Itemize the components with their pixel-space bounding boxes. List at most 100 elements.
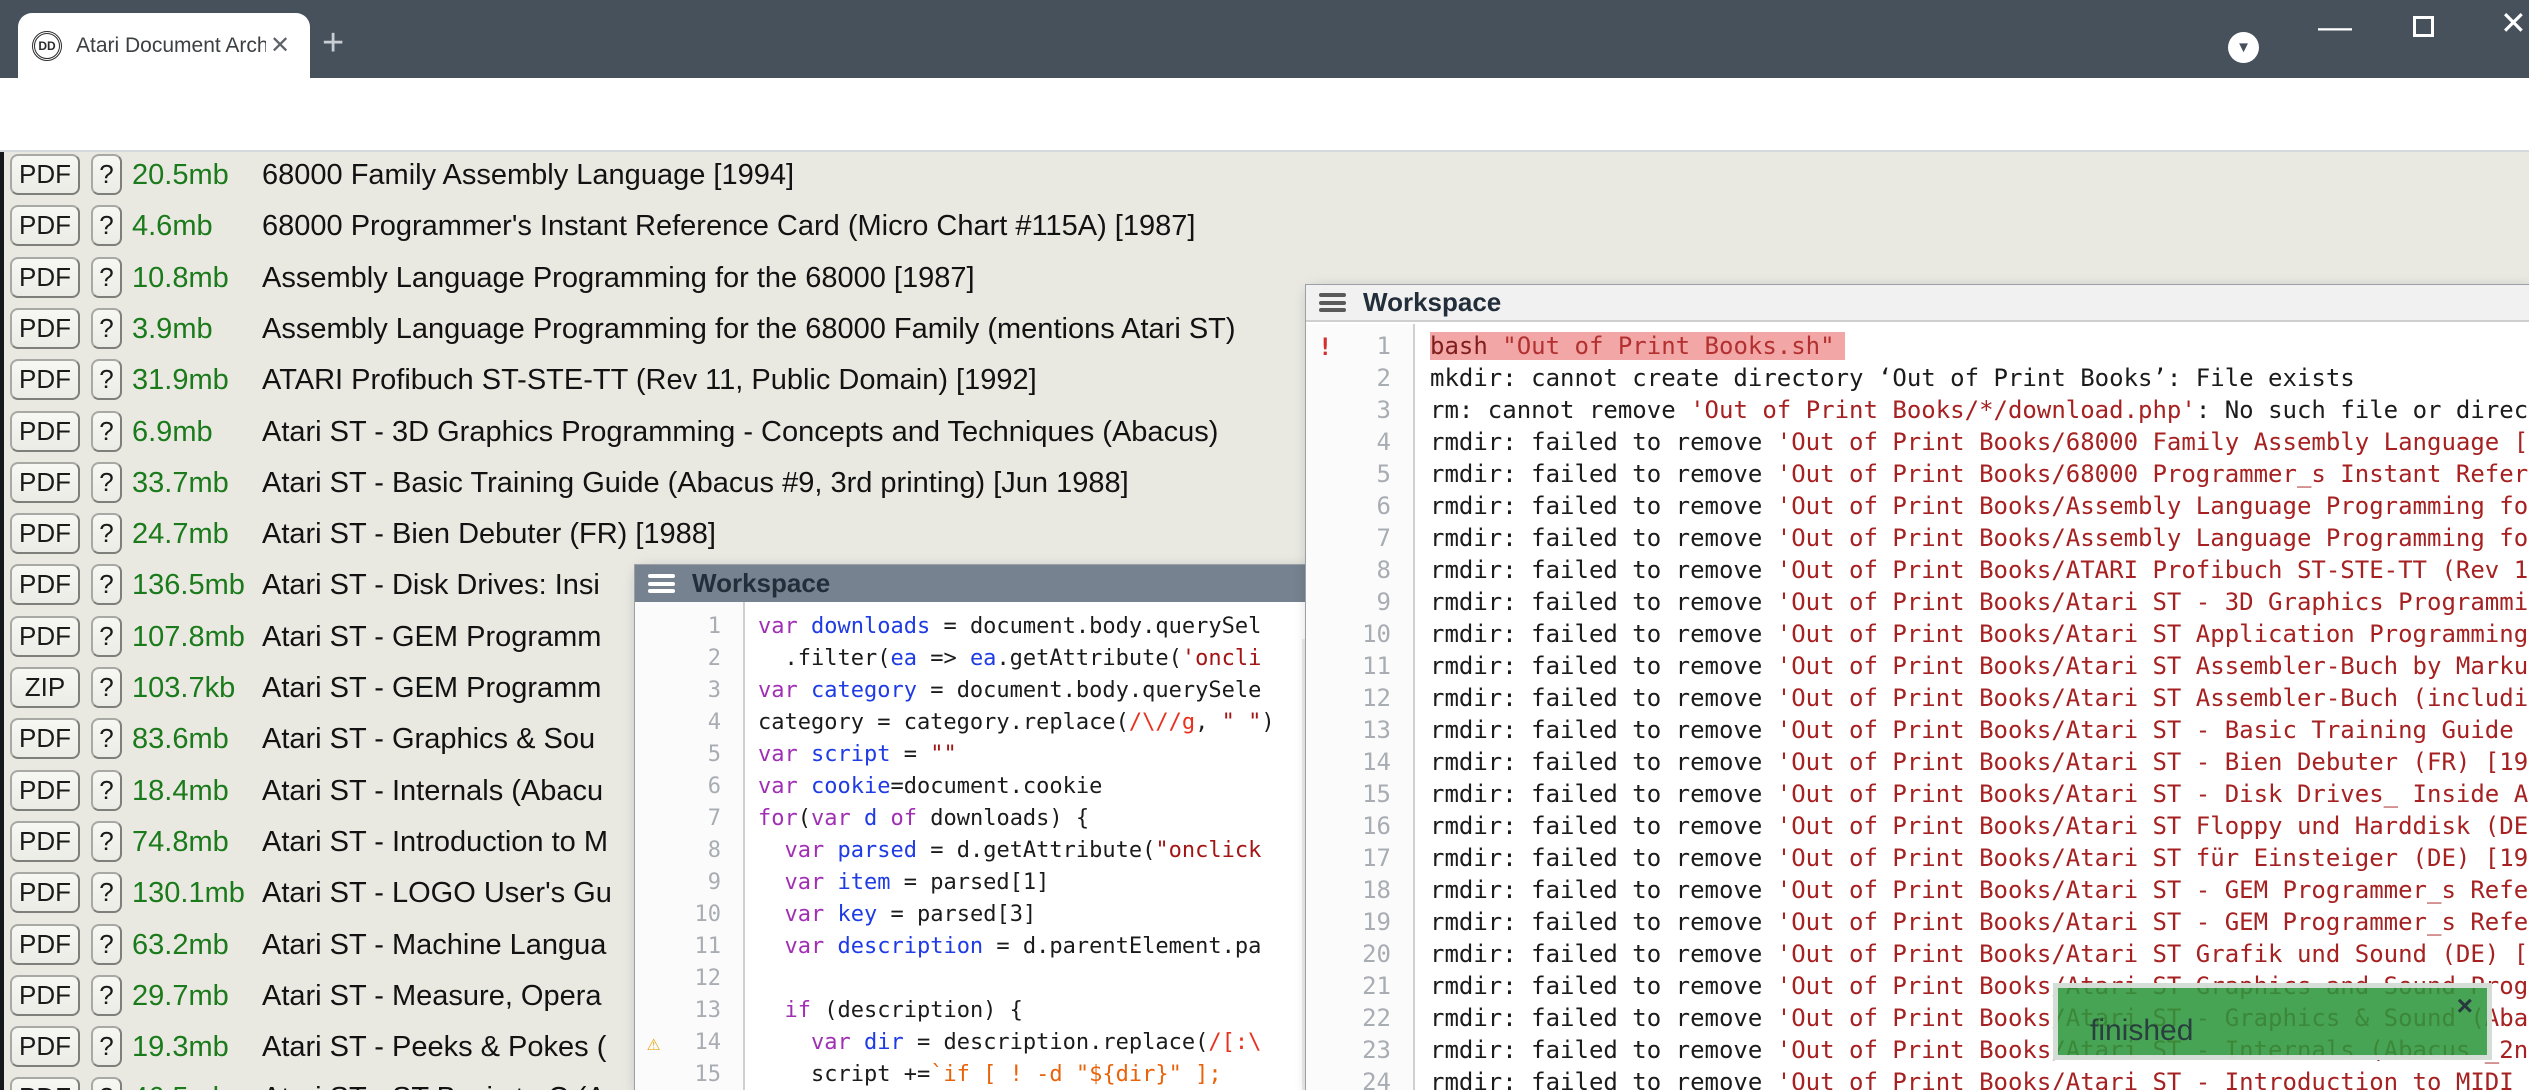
file-type-badge-button[interactable]: PDF [10,462,80,503]
menu-hamburger-icon[interactable] [1319,293,1346,312]
file-title-link[interactable]: Atari ST - Peeks & Pokes ( [262,1025,606,1069]
file-help-button[interactable]: ? [91,205,122,246]
file-type-badge-button[interactable]: PDF [10,1077,80,1090]
line-number: 2 [1306,363,1413,394]
file-title-link[interactable]: Atari ST - Internals (Abacu [262,769,603,813]
file-title-link[interactable]: Atari ST - Introduction to M [262,820,608,864]
file-help-button[interactable]: ? [91,924,122,965]
line-number: 3 [635,676,743,706]
file-help-button[interactable]: ? [91,1077,122,1090]
file-title-link[interactable]: Atari ST - Basic Training Guide (Abacus … [262,461,1129,505]
file-help-button[interactable]: ? [91,821,122,862]
window-maximize-button[interactable] [2413,16,2434,37]
code-line: .filter(ea => ea.getAttribute('oncli [758,644,1261,674]
line-number: 5 [635,740,743,770]
file-type-badge-button[interactable]: PDF [10,411,80,452]
file-help-button[interactable]: ? [91,667,122,708]
line-number: 1 [635,612,743,642]
file-type-badge-button[interactable]: PDF [10,308,80,349]
file-title-link[interactable]: Atari ST - Bien Debuter (FR) [1988] [262,512,716,556]
file-title-link[interactable]: Atari ST - GEM Programm [262,615,601,659]
file-size-label: 103.7kb [132,666,235,710]
file-size-label: 46.5mb [132,1076,229,1090]
file-type-badge-button[interactable]: PDF [10,821,80,862]
file-type-badge-button[interactable]: PDF [10,257,80,298]
workspace1-code[interactable]: var downloads = document.body.querySel .… [747,602,1302,1090]
code-line: rmdir: failed to remove 'Out of Print Bo… [1430,587,2528,618]
code-line: var category = document.body.querySele [758,676,1261,706]
line-number: 7 [635,804,743,834]
file-title-link[interactable]: 68000 Family Assembly Language [1994] [262,153,794,197]
line-number: 6 [1306,491,1413,522]
file-help-button[interactable]: ? [91,462,122,503]
code-line: var key = parsed[3] [758,900,1036,930]
file-title-link[interactable]: ATARI Profibuch ST-STE-TT (Rev 11, Publi… [262,358,1037,402]
download-status-icon[interactable]: ▼ [2228,32,2259,63]
file-help-button[interactable]: ? [91,359,122,400]
line-number: 9 [635,868,743,898]
file-type-badge-button[interactable]: PDF [10,975,80,1016]
line-number: 13 [1306,715,1413,746]
file-type-badge-button[interactable]: PDF [10,872,80,913]
line-number: 20 [1306,939,1413,970]
file-size-label: 10.8mb [132,256,229,300]
window-close-button[interactable]: ✕ [2500,4,2527,42]
file-type-badge-button[interactable]: PDF [10,205,80,246]
file-type-badge-button[interactable]: ZIP [10,667,80,708]
browser-tab[interactable]: DD Atari Document Archive (Search F ✕ [18,13,310,78]
file-type-badge-button[interactable]: PDF [10,154,80,195]
file-title-link[interactable]: Atari ST - 3D Graphics Programming - Con… [262,410,1218,454]
file-size-label: 130.1mb [132,871,245,915]
file-title-link[interactable]: Atari ST - Disk Drives: Insi [262,563,600,607]
code-line: rmdir: failed to remove 'Out of Print Bo… [1430,907,2528,938]
file-help-button[interactable]: ? [91,1026,122,1067]
file-help-button[interactable]: ? [91,411,122,452]
tab-close-icon[interactable]: ✕ [270,31,290,60]
file-title-link[interactable]: Atari ST - GEM Programm [262,666,601,710]
line-number: 4 [635,708,743,738]
toast-close-icon[interactable]: × [2457,990,2473,1022]
file-help-button[interactable]: ? [91,975,122,1016]
menu-hamburger-icon[interactable] [648,574,675,593]
file-type-badge-button[interactable]: PDF [10,513,80,554]
file-title-link[interactable]: Atari ST - Measure, Opera [262,974,602,1018]
line-number: 12 [1306,683,1413,714]
file-size-label: 136.5mb [132,563,245,607]
file-title-link[interactable]: Atari ST - Machine Langua [262,923,606,967]
file-type-badge-button[interactable]: PDF [10,718,80,759]
file-type-badge-button[interactable]: PDF [10,616,80,657]
workspace2-titlebar[interactable]: Workspace [1306,285,2529,322]
file-help-button[interactable]: ? [91,513,122,554]
file-size-label: 107.8mb [132,615,245,659]
file-title-link[interactable]: 68000 Programmer's Instant Reference Car… [262,204,1195,248]
file-title-link[interactable]: Assembly Language Programming for the 68… [262,307,1236,351]
file-help-button[interactable]: ? [91,872,122,913]
file-title-link[interactable]: Assembly Language Programming for the 68… [262,256,975,300]
workspace2-output[interactable]: bash "Out of Print Books.sh"mkdir: canno… [1417,324,2529,1090]
code-line: var script = "" [758,740,957,770]
file-type-badge-button[interactable]: PDF [10,1026,80,1067]
workspace1-titlebar[interactable]: Workspace [635,565,1322,602]
file-help-button[interactable]: ? [91,308,122,349]
file-title-link[interactable]: Atari ST - LOGO User's Gu [262,871,612,915]
line-number: 18 [1306,875,1413,906]
file-title-link[interactable]: Atari ST - Graphics & Sou [262,717,595,761]
file-type-badge-button[interactable]: PDF [10,359,80,400]
file-size-label: 31.9mb [132,358,229,402]
window-minimize-button[interactable]: — [2318,8,2344,47]
file-type-badge-button[interactable]: PDF [10,924,80,965]
file-help-button[interactable]: ? [91,154,122,195]
workspace2-gutter: 1!23456789101112131415161718192021222324 [1306,324,1415,1090]
file-title-link[interactable]: Atari ST - ST Basic to C (A [262,1076,606,1090]
file-help-button[interactable]: ? [91,257,122,298]
file-help-button[interactable]: ? [91,564,122,605]
file-help-button[interactable]: ? [91,718,122,759]
file-type-badge-button[interactable]: PDF [10,564,80,605]
line-number: 8 [1306,555,1413,586]
new-tab-button[interactable]: + [322,28,344,58]
file-help-button[interactable]: ? [91,770,122,811]
file-type-badge-button[interactable]: PDF [10,770,80,811]
code-line: rmdir: failed to remove 'Out of Print Bo… [1430,715,2528,746]
code-line: rmdir: failed to remove 'Out of Print Bo… [1430,459,2528,490]
file-help-button[interactable]: ? [91,616,122,657]
